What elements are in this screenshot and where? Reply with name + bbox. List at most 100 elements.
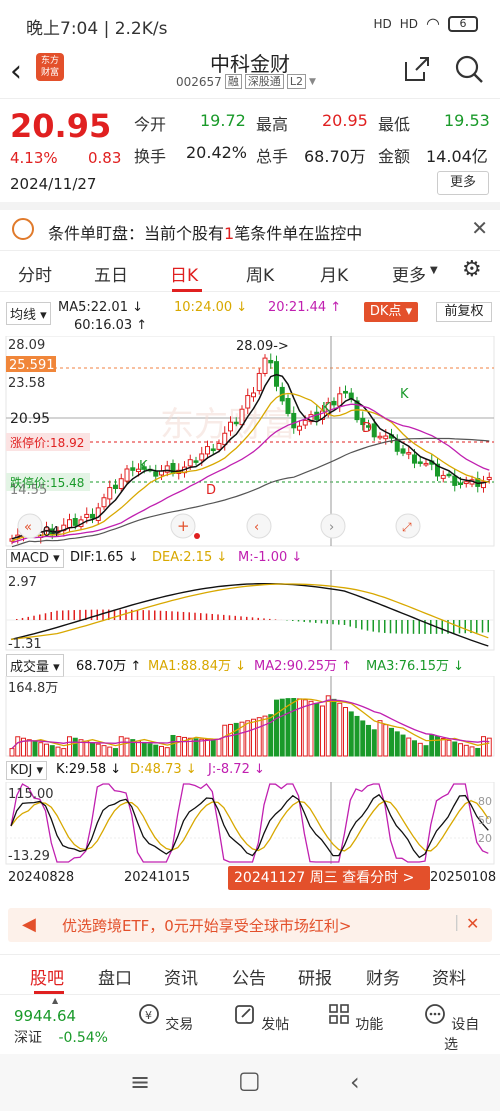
candle <box>440 474 446 479</box>
candle <box>383 435 389 440</box>
volume-bar <box>291 698 297 757</box>
volume-bar <box>216 738 222 757</box>
y-1455-label: 14.55 <box>10 483 47 498</box>
menu-icon[interactable]: ≡ <box>130 1068 150 1096</box>
volume-bar <box>377 720 383 757</box>
open-label: 今开 <box>134 115 167 134</box>
amount-label: 金额 <box>378 147 411 166</box>
volume-bar <box>147 743 153 757</box>
dk-point-button[interactable]: DK点 ▾ <box>364 302 418 322</box>
close-icon[interactable]: ✕ <box>466 914 479 933</box>
dea-line <box>10 583 489 641</box>
current-price: 20.95 <box>10 107 112 145</box>
ma60-value: 60:16.03 ↑ <box>74 318 148 333</box>
kdj-header: KDJ ▾ K:29.58 ↓ D:48.73 ↓ J:-8.72 ↓ <box>0 760 500 782</box>
candle <box>463 481 469 485</box>
promo-banner[interactable]: ◀ 优选跨境ETF，0元开始享受全球市场红利> | ✕ <box>8 908 492 942</box>
kdj-j: J:-8.72 ↓ <box>208 762 265 777</box>
volume-header: 成交量 ▾ 68.70万 ↑ MA1:88.84万 ↓ MA2:90.25万 ↑… <box>0 653 500 677</box>
tab-forum[interactable]: 股吧 <box>30 964 64 989</box>
search-icon[interactable] <box>454 54 484 84</box>
tab-week-k[interactable]: 周K <box>246 261 274 286</box>
volume-bar <box>113 748 118 757</box>
cursor-dot <box>194 533 200 539</box>
volume-bar <box>49 745 55 757</box>
adjust-button[interactable]: 前复权 <box>436 302 492 322</box>
index-widget[interactable]: ▲ 9944.64 深证 -0.54% <box>14 996 124 1047</box>
settings-icon[interactable]: ⚙ <box>462 257 482 282</box>
chevron-left-icon: ‹ <box>254 520 259 535</box>
volume-bars <box>9 695 492 757</box>
candle <box>446 473 452 477</box>
post-button[interactable]: 发帖 <box>226 1003 296 1034</box>
volume-bar <box>72 737 78 757</box>
quote-date: 2024/11/27 <box>10 175 97 193</box>
macd-y-bottom: -1.31 <box>8 637 42 652</box>
peak-label: 28.09-> <box>236 339 289 354</box>
close-icon[interactable]: ✕ <box>471 216 488 240</box>
x-date-2: 20241015 <box>124 870 191 885</box>
vol-ma1: MA1:88.84万 ↓ <box>148 659 247 674</box>
tab-research[interactable]: 研报 <box>298 964 332 989</box>
volume-bar <box>394 731 400 757</box>
macd-selector[interactable]: MACD ▾ <box>6 549 64 568</box>
volume-bar <box>153 744 159 757</box>
nav-back-icon[interactable]: ‹ <box>350 1068 360 1096</box>
promo-text: 优选跨境ETF，0元开始享受全球市场红利> <box>62 917 352 935</box>
tab-month-k[interactable]: 月K <box>320 261 348 286</box>
kdj-selector[interactable]: KDJ ▾ <box>6 761 48 780</box>
volume-bar <box>118 736 124 757</box>
macd-frame <box>5 570 495 651</box>
tab-day-k[interactable]: 日K <box>170 261 198 286</box>
ma-selector[interactable]: 均线 ▾ <box>6 302 51 325</box>
trade-button[interactable]: ¥ 交易 <box>130 1003 200 1034</box>
tab-more[interactable]: 更多 <box>392 261 426 286</box>
ma-indicator-row: 均线 ▾ MA5:22.01 ↓ 10:24.00 ↓ 20:21.44 ↑ 6… <box>0 298 500 338</box>
volume-bar <box>452 741 458 757</box>
tab-finance[interactable]: 财务 <box>366 964 400 989</box>
back-icon[interactable]: ‹ <box>10 54 22 89</box>
ma20-value: 20:21.44 ↑ <box>268 300 342 315</box>
candle <box>72 518 78 526</box>
volume-chart: 164.8万 <box>5 676 495 757</box>
volume-bar <box>314 702 320 757</box>
volume-bar <box>101 745 107 757</box>
share-icon[interactable] <box>402 54 432 84</box>
volume-bar <box>325 695 331 757</box>
kline-chart[interactable]: 东方财富 28.09 25.591 23.58 20.95 涨停价:18.92 … <box>0 336 500 548</box>
megaphone-icon: ◀ <box>22 914 36 935</box>
connect-tag: 深股通 <box>244 74 284 89</box>
volume-bar <box>26 739 32 757</box>
candle <box>262 357 268 374</box>
tab-news[interactable]: 资讯 <box>164 964 198 989</box>
home-icon[interactable]: ▢ <box>238 1066 261 1094</box>
kdj-d: D:48.73 ↓ <box>130 762 197 777</box>
turnover-value: 20.42% <box>186 143 248 162</box>
add-watchlist-button[interactable]: 设自选 <box>416 1003 486 1054</box>
cursor-date-button[interactable]: 20241127 周三 查看分时 > <box>228 866 430 890</box>
zoom-in-icon: + <box>177 517 190 535</box>
active-tab-indicator <box>172 289 202 292</box>
candle <box>291 412 297 429</box>
tab-orderbook[interactable]: 盘口 <box>98 964 132 989</box>
tab-profile[interactable]: 资料 <box>432 964 466 989</box>
dropdown-icon[interactable]: ▼ <box>309 77 316 87</box>
alert-suffix: 笔条件单在监控中 <box>234 224 363 243</box>
tab-announcements[interactable]: 公告 <box>232 964 266 989</box>
tab-five-day[interactable]: 五日 <box>94 261 128 286</box>
more-dropdown-icon[interactable]: ▼ <box>430 265 438 276</box>
kdj-chart: 115.00 -13.29 80 50 20 <box>5 782 495 865</box>
candle <box>118 478 124 489</box>
candle <box>95 507 101 521</box>
margin-tag: 融 <box>224 74 242 89</box>
turnover-label: 换手 <box>134 147 167 166</box>
candle <box>423 462 429 466</box>
function-button[interactable]: 功能 <box>320 1003 390 1034</box>
more-button[interactable]: 更多 <box>437 171 489 195</box>
index-pct: -0.54% <box>58 1030 108 1046</box>
candle <box>302 419 308 426</box>
tab-minute[interactable]: 分时 <box>18 261 52 286</box>
volume-selector[interactable]: 成交量 ▾ <box>6 654 64 677</box>
battery-icon: 6 <box>448 15 478 32</box>
condition-order-banner[interactable]: 条件单盯盘：当前个股有1笔条件单在监控中 ✕ <box>0 202 500 246</box>
